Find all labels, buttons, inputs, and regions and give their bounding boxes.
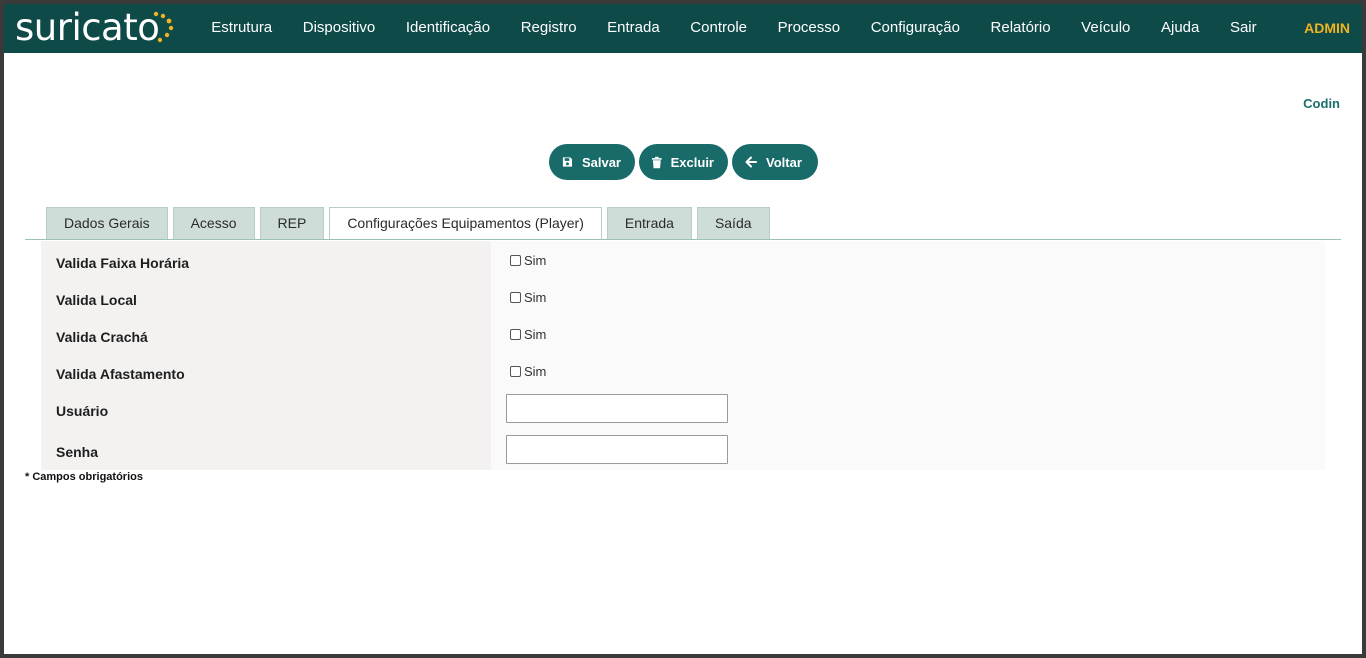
senha-label: Senha: [56, 444, 99, 460]
valida-local-checkbox[interactable]: Sim: [510, 290, 546, 305]
nav-item-veiculo[interactable]: Veículo: [1066, 4, 1146, 53]
valida-afastamento-checkbox[interactable]: Sim: [510, 364, 546, 379]
checkbox-box[interactable]: [510, 255, 521, 266]
valida-local-label: Valida Local: [56, 292, 137, 308]
checkbox-option-label: Sim: [524, 253, 547, 268]
user-name[interactable]: ADMIN: [1304, 4, 1350, 52]
top-navbar: suricato Estrutura Dispositivo Identific…: [4, 4, 1362, 53]
logo-dots-icon: [153, 11, 174, 43]
tab-acesso[interactable]: Acesso: [172, 207, 255, 239]
main-menu: Estrutura Dispositivo Identificação Regi…: [196, 4, 1272, 53]
checkbox-option-label: Sim: [524, 290, 547, 305]
save-button[interactable]: Salvar: [549, 144, 635, 180]
delete-button-label: Excluir: [670, 154, 714, 170]
checkbox-option-label: Sim: [524, 364, 547, 379]
nav-item-controle[interactable]: Controle: [675, 4, 762, 53]
tab-rep[interactable]: REP: [259, 207, 325, 239]
nav-item-configuracao[interactable]: Configuração: [855, 4, 975, 53]
nav-item-entrada[interactable]: Entrada: [592, 4, 675, 53]
floppy-disk-icon: [562, 157, 573, 167]
nav-item-sair[interactable]: Sair: [1215, 4, 1272, 53]
logo-text: suricato: [15, 6, 160, 49]
label-column: [41, 241, 491, 470]
tab-divider: [25, 239, 1341, 240]
nav-item-relatorio[interactable]: Relatório: [975, 4, 1066, 53]
delete-button[interactable]: Excluir: [639, 144, 728, 180]
tab-dados-gerais[interactable]: Dados Gerais: [46, 207, 168, 239]
back-button-label: Voltar: [766, 154, 802, 170]
tab-configuracoes-equipamentos[interactable]: Configurações Equipamentos (Player): [329, 207, 602, 240]
checkbox-box[interactable]: [510, 366, 521, 377]
tab-bar: Dados Gerais Acesso REP Configurações Eq…: [46, 207, 770, 240]
checkbox-option-label: Sim: [524, 327, 547, 342]
senha-input[interactable]: [506, 435, 728, 464]
nav-item-registro[interactable]: Registro: [505, 4, 591, 53]
page-code-label: Codin: [1303, 96, 1340, 111]
checkbox-box[interactable]: [510, 329, 521, 340]
valida-faixa-checkbox[interactable]: Sim: [510, 253, 546, 268]
usuario-label: Usuário: [56, 403, 109, 419]
nav-item-dispositivo[interactable]: Dispositivo: [287, 4, 390, 53]
app-window: suricato Estrutura Dispositivo Identific…: [4, 4, 1362, 654]
nav-item-ajuda[interactable]: Ajuda: [1146, 4, 1215, 53]
nav-item-estrutura[interactable]: Estrutura: [196, 4, 287, 53]
valida-afastamento-label: Valida Afastamento: [56, 366, 185, 382]
checkbox-box[interactable]: [510, 292, 521, 303]
valida-cracha-checkbox[interactable]: Sim: [510, 327, 546, 342]
nav-item-processo[interactable]: Processo: [762, 4, 855, 53]
arrow-left-icon: [745, 156, 757, 168]
back-button[interactable]: Voltar: [732, 144, 818, 180]
action-bar: Salvar Excluir Voltar: [549, 144, 818, 180]
save-button-label: Salvar: [581, 154, 621, 170]
tab-entrada[interactable]: Entrada: [606, 207, 692, 239]
valida-faixa-label: Valida Faixa Horária: [56, 255, 190, 271]
usuario-input[interactable]: [506, 394, 728, 423]
trash-icon: [652, 156, 662, 168]
valida-cracha-label: Valida Crachá: [56, 329, 148, 345]
tab-saida[interactable]: Saída: [696, 207, 770, 239]
nav-item-identificacao[interactable]: Identificação: [391, 4, 506, 53]
equipment-config-form: Valida Faixa Horária Sim Valida Local Si…: [41, 241, 1325, 470]
suricato-logo[interactable]: suricato: [15, 6, 160, 50]
required-fields-note: * Campos obrigatórios: [25, 471, 143, 483]
